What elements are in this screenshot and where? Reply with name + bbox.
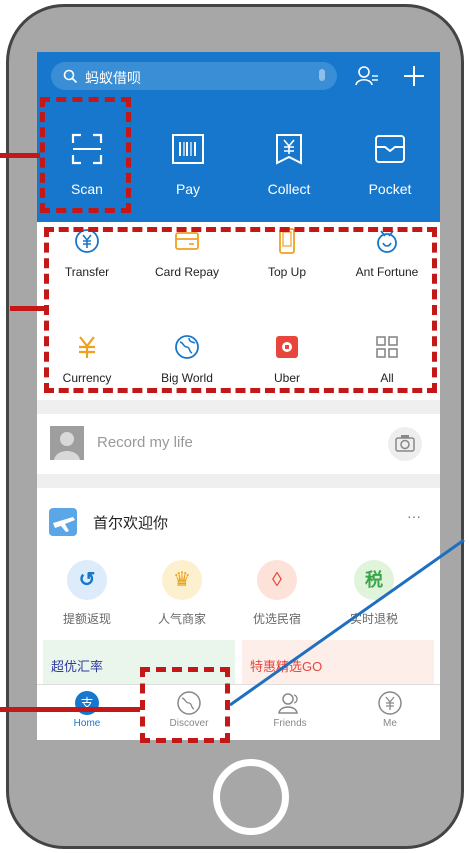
pointer-line	[229, 538, 465, 707]
